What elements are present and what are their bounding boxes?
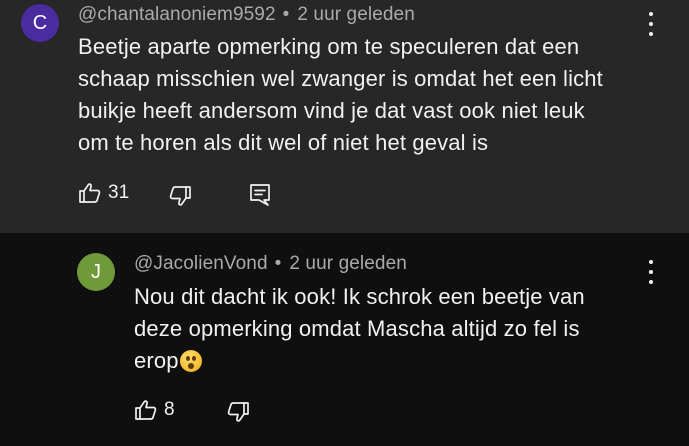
- more-vertical-icon: [649, 260, 653, 264]
- comment-text-line: buikje heeft andersom vind je dat vast o…: [78, 98, 585, 123]
- comment-thread-reply: J @JacolienVond • 2 uur geleden Nou dit da…: [0, 233, 689, 446]
- more-vertical-icon-dot: [649, 280, 653, 284]
- comment-text-line: Beetje aparte opmerking om te speculeren…: [78, 34, 580, 59]
- avatar-letter: C: [32, 11, 48, 34]
- comment-text-line: erop: [134, 348, 179, 373]
- avatar-letter: J: [91, 260, 101, 283]
- emoji-eye: [191, 356, 196, 361]
- like-button[interactable]: 8: [134, 398, 175, 422]
- comment-menu-button[interactable]: [641, 12, 661, 36]
- comment-text-line: Nou dit dacht ik ook! Ik schrok een beet…: [134, 284, 585, 309]
- meta-separator: •: [274, 253, 282, 274]
- comment-text: Nou dit dacht ik ook! Ik schrok een beet…: [134, 281, 585, 377]
- comment-text-line: om te horen als dit wel of niet het geva…: [78, 130, 489, 155]
- emoji-mouth: [187, 363, 194, 369]
- comment-author[interactable]: @JacolienVond: [134, 253, 268, 274]
- avatar[interactable]: J: [77, 253, 115, 291]
- like-count: 8: [164, 399, 175, 420]
- thumbs-down-icon: [227, 402, 249, 422]
- thumbs-down-icon: [169, 186, 191, 206]
- comment-menu-button[interactable]: [641, 260, 661, 284]
- astonished-face-emoji: [179, 350, 202, 372]
- more-vertical-icon-dot: [649, 32, 653, 36]
- dislike-button[interactable]: [226, 400, 250, 424]
- like-count: 31: [108, 182, 130, 203]
- like-button[interactable]: 31: [78, 181, 129, 205]
- meta-separator: •: [282, 4, 290, 25]
- thumbs-up-icon: [79, 183, 101, 203]
- more-vertical-icon-dot: [649, 22, 653, 26]
- reply-comment-icon: [250, 184, 270, 206]
- thumbs-up-icon: [135, 400, 157, 420]
- comment-text: Beetje aparte opmerking om te speculeren…: [78, 31, 603, 159]
- comment-text-line-last: erop: [134, 345, 585, 377]
- reply-button[interactable]: [248, 182, 272, 208]
- avatar[interactable]: C: [21, 4, 59, 42]
- comment-meta: @chantalanoniem9592 • 2 uur geleden: [78, 4, 415, 26]
- comment-timestamp[interactable]: 2 uur geleden: [289, 253, 407, 274]
- more-vertical-icon: [649, 12, 653, 16]
- comment-author[interactable]: @chantalanoniem9592: [78, 4, 276, 25]
- comments-page: C @chantalanoniem9592 • 2 uur geleden Beet…: [0, 0, 689, 446]
- more-vertical-icon-dot: [649, 270, 653, 274]
- comment-thread-main: C @chantalanoniem9592 • 2 uur geleden Beet…: [0, 0, 689, 233]
- comment-meta: @JacolienVond • 2 uur geleden: [134, 253, 407, 275]
- emoji-eye: [185, 356, 190, 361]
- comment-text-line: deze opmerking omdat Mascha altijd zo fe…: [134, 316, 580, 341]
- dislike-button[interactable]: [168, 184, 192, 208]
- comment-timestamp[interactable]: 2 uur geleden: [297, 4, 415, 25]
- comment-text-line: schaap misschien wel zwanger is omdat he…: [78, 66, 603, 91]
